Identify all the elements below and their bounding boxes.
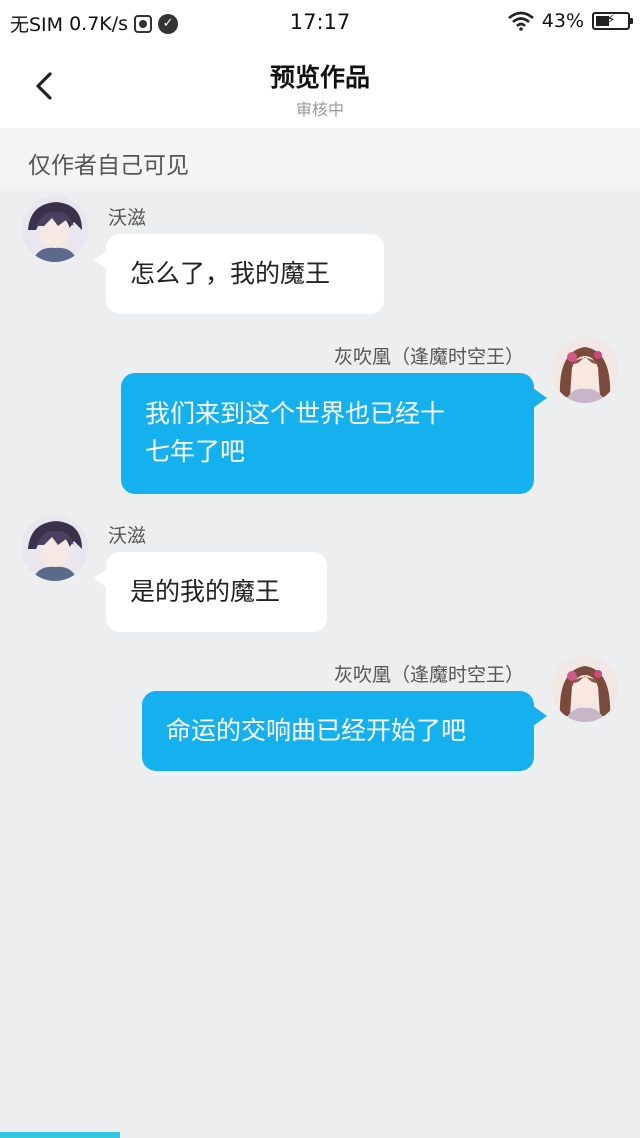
message-bubble[interactable]: 是的我的魔王	[106, 552, 327, 632]
bottom-accent-bar	[0, 1132, 120, 1138]
status-right: 43% ⚡	[507, 10, 633, 32]
wifi-icon	[507, 11, 534, 31]
message-bubble[interactable]: 怎么了，我的魔王	[106, 234, 384, 314]
avatar[interactable]	[22, 515, 88, 581]
avatar[interactable]	[552, 656, 618, 722]
message-text: 怎么了，我的魔王	[130, 259, 331, 288]
bubble-tail	[533, 706, 547, 726]
sender-name: 灰吹凰（逢魔时空王）	[333, 346, 524, 368]
page-subtitle: 审核中	[295, 100, 344, 119]
sender-name: 灰吹凰（逢魔时空王）	[333, 664, 524, 686]
visibility-notice: 仅作者自己可见	[0, 128, 640, 190]
header: 预览作品 审核中	[0, 44, 640, 128]
sender-name: 沃滋	[108, 525, 147, 547]
sender-name: 沃滋	[108, 207, 147, 229]
message-text-line: 我们来到这个世界也已经十	[145, 399, 446, 428]
message-text: 命运的交响曲已经开始了吧	[166, 716, 467, 745]
bubble-tail	[533, 388, 547, 408]
avatar[interactable]	[552, 337, 618, 403]
message-bubble[interactable]: 命运的交响曲已经开始了吧	[142, 691, 534, 771]
message-text: 是的我的魔王	[130, 577, 281, 606]
avatar-portrait-icon	[22, 196, 88, 262]
message-bubble[interactable]: 我们来到这个世界也已经十 七年了吧	[121, 373, 534, 494]
visibility-notice-text: 仅作者自己可见	[28, 153, 189, 179]
battery-charging-icon: ⚡	[592, 12, 633, 30]
message-text-line: 七年了吧	[145, 437, 246, 466]
avatar-portrait-icon	[552, 337, 618, 403]
avatar-portrait-icon	[22, 515, 88, 581]
avatar-portrait-icon	[552, 656, 618, 722]
bolt-icon: ⚡	[606, 12, 616, 28]
page-title: 预览作品	[269, 63, 370, 92]
avatar[interactable]	[22, 196, 88, 262]
battery-percent: 43%	[541, 10, 584, 32]
status-bar: 无SIM 0.7K/s ✓ 17:17 43% ⚡	[0, 0, 640, 44]
